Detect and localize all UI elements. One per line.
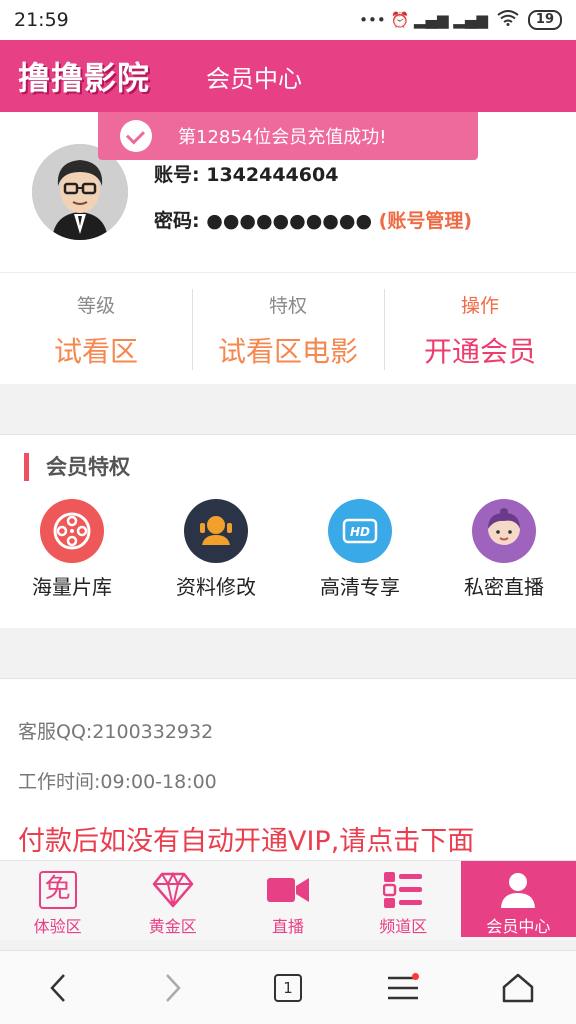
battery-icon: 19: [527, 10, 562, 30]
list-icon: [346, 869, 461, 911]
free-glyph: 免: [38, 871, 77, 909]
payment-notice: 付款后如没有自动开通VIP,请点击下面: [18, 826, 475, 857]
nav-item-trial[interactable]: 免 体验区: [0, 861, 115, 940]
nav-item-gold[interactable]: 黄金区: [115, 861, 230, 940]
chevron-right-icon: [165, 973, 181, 1002]
stat-privilege: 特权 试看区电影: [192, 273, 384, 384]
nav-label: 直播: [272, 917, 305, 936]
diamond-icon: [115, 869, 230, 911]
home-button[interactable]: [488, 963, 548, 1013]
privilege-edit-profile[interactable]: 资料修改: [144, 499, 288, 600]
nav-label: 黄金区: [148, 917, 197, 936]
girl-icon: [472, 499, 536, 563]
nav-label: 频道区: [379, 917, 428, 936]
password-row: 密码: ●●●●●●●●●● (账号管理): [154, 206, 472, 233]
stat-action[interactable]: 操作 开通会员: [384, 273, 576, 384]
video-camera-icon: [230, 869, 345, 911]
stat-privilege-label: 特权: [268, 295, 307, 317]
stat-level-label: 等级: [76, 295, 115, 317]
section-title: 会员特权: [24, 453, 130, 481]
notification-dot: [412, 972, 420, 980]
member-privileges: 会员特权 海量片库 资料修改 HD 高清专享 私密直播: [0, 434, 576, 628]
stat-privilege-value: 试看区电影: [217, 335, 358, 368]
app-logo[interactable]: 撸撸影院: [18, 53, 150, 99]
status-bar: 21:59 ••• ⏰ ▂▄▆ ▂▄▆ 19: [0, 0, 576, 40]
bottom-nav: 免 体验区 黄金区 直播 频道区 会员中心: [0, 860, 576, 940]
status-time: 21:59: [14, 9, 69, 31]
nav-item-channels[interactable]: 频道区: [346, 861, 461, 940]
working-hours: 工作时间:09:00-18:00: [18, 771, 217, 793]
menu-button[interactable]: [373, 963, 433, 1013]
privilege-label: 私密直播: [464, 575, 544, 599]
home-icon: [503, 973, 534, 1002]
film-reel-icon: [40, 499, 104, 563]
privilege-grid: 海量片库 资料修改 HD 高清专享 私密直播: [0, 499, 576, 600]
check-icon: [120, 120, 152, 152]
membership-stats: 等级 试看区 特权 试看区电影 操作 开通会员: [0, 272, 576, 384]
user-icon: [461, 869, 576, 911]
back-button[interactable]: [28, 963, 88, 1013]
privilege-movie-library[interactable]: 海量片库: [0, 499, 144, 600]
stat-level-value: 试看区: [53, 335, 138, 368]
tab-count: 1: [273, 973, 302, 1002]
svg-text:HD: HD: [350, 525, 370, 539]
password-value: ●●●●●●●●●●: [206, 210, 373, 232]
toast-message: 第12854位会员充值成功!: [178, 127, 387, 148]
wifi-icon: [497, 10, 519, 30]
privilege-hd[interactable]: HD 高清专享: [288, 499, 432, 600]
hd-icon: HD: [328, 499, 392, 563]
page-title: 会员中心: [206, 64, 303, 93]
password-label: 密码:: [154, 210, 200, 232]
user-edit-icon: [184, 499, 248, 563]
recharge-toast: 第12854位会员充值成功!: [98, 112, 478, 160]
system-nav: 1: [0, 950, 576, 1024]
privilege-label: 高清专享: [320, 575, 400, 599]
nav-label: 体验区: [33, 917, 82, 936]
open-membership-button[interactable]: 开通会员: [384, 330, 576, 370]
privilege-label: 海量片库: [32, 575, 112, 599]
account-row: 账号: 1342444604: [154, 160, 338, 187]
service-info: 客服QQ:2100332932 工作时间:09:00-18:00 付款后如没有自…: [0, 678, 576, 868]
signal-icons: ••• ⏰ ▂▄▆ ▂▄▆: [359, 11, 488, 29]
free-icon: 免: [0, 869, 115, 911]
stat-action-label: 操作: [460, 295, 499, 317]
privilege-private-live[interactable]: 私密直播: [432, 499, 576, 600]
privilege-label: 资料修改: [176, 575, 256, 599]
app-header: 撸撸影院 会员中心: [0, 40, 576, 112]
chevron-left-icon: [49, 973, 65, 1002]
customer-service-qq[interactable]: 客服QQ:2100332932: [18, 717, 213, 744]
forward-button[interactable]: [143, 963, 203, 1013]
tabs-button[interactable]: 1: [258, 963, 318, 1013]
nav-item-live[interactable]: 直播: [230, 861, 345, 940]
nav-label: 会员中心: [486, 917, 551, 936]
account-manage-link[interactable]: (账号管理): [379, 210, 472, 232]
status-icons: ••• ⏰ ▂▄▆ ▂▄▆ 19: [359, 10, 562, 30]
stat-level: 等级 试看区: [0, 273, 192, 384]
account-label: 账号:: [154, 164, 200, 186]
account-value: 1342444604: [206, 164, 339, 186]
nav-item-member-center[interactable]: 会员中心: [460, 861, 576, 937]
